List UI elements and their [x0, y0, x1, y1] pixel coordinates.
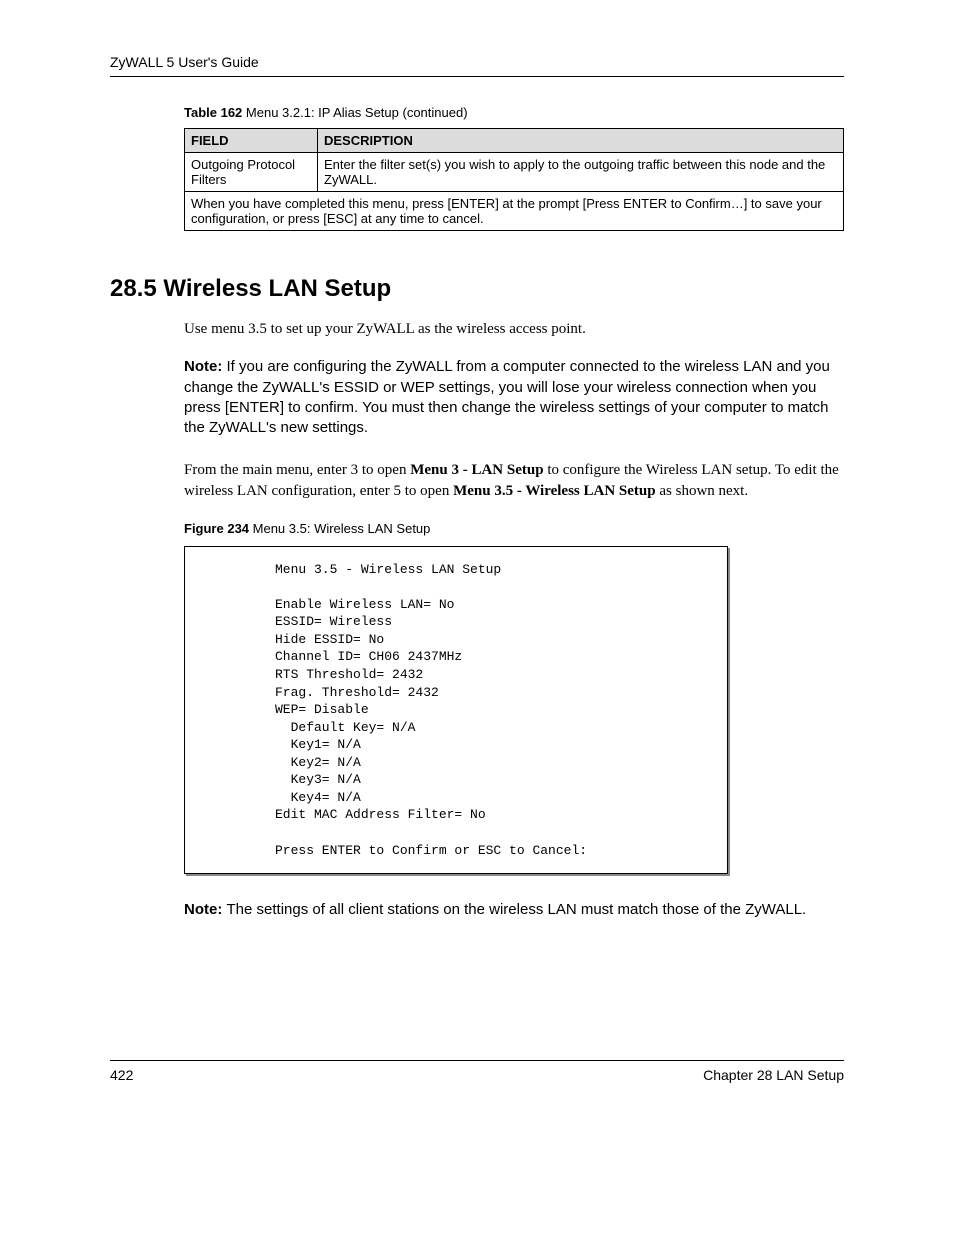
ip-alias-table: FIELD DESCRIPTION Outgoing Protocol Filt… — [184, 128, 844, 231]
table-header-row: FIELD DESCRIPTION — [185, 129, 844, 153]
cell-description: Enter the filter set(s) you wish to appl… — [318, 153, 844, 192]
menu35-label: Menu 3.5 - Wireless LAN Setup — [453, 483, 656, 499]
txt-e: as shown next. — [656, 483, 749, 499]
note-label: Note: — [184, 358, 227, 375]
table-footer-row: When you have completed this menu, press… — [185, 192, 844, 231]
figure-number: Figure 234 — [184, 521, 249, 536]
menu3-label: Menu 3 - LAN Setup — [410, 462, 543, 478]
section-heading: 28.5 Wireless LAN Setup — [110, 275, 844, 303]
col-description: DESCRIPTION — [318, 129, 844, 153]
note-text: The settings of all client stations on t… — [227, 901, 807, 918]
col-field: FIELD — [185, 129, 318, 153]
note-block-1: Note: If you are configuring the ZyWALL … — [184, 357, 844, 438]
chapter-label: Chapter 28 LAN Setup — [703, 1067, 844, 1083]
instruction-paragraph: From the main menu, enter 3 to open Menu… — [184, 460, 844, 501]
note-label: Note: — [184, 901, 227, 918]
terminal-text: Menu 3.5 - Wireless LAN Setup Enable Wir… — [275, 561, 715, 859]
page-number: 422 — [110, 1067, 133, 1083]
cell-field: Outgoing Protocol Filters — [185, 153, 318, 192]
cell-footer: When you have completed this menu, press… — [185, 192, 844, 231]
note-text: If you are configuring the ZyWALL from a… — [184, 358, 830, 436]
page-footer: 422 Chapter 28 LAN Setup — [110, 1060, 844, 1083]
note-block-2: Note: The settings of all client station… — [184, 900, 844, 920]
txt-a: From the main menu, enter 3 to open — [184, 462, 410, 478]
figure-caption: Figure 234 Menu 3.5: Wireless LAN Setup — [184, 521, 844, 536]
table-caption: Table 162 Menu 3.2.1: IP Alias Setup (co… — [184, 105, 844, 120]
figure-title: Menu 3.5: Wireless LAN Setup — [249, 521, 430, 536]
table-title: Menu 3.2.1: IP Alias Setup (continued) — [242, 105, 467, 120]
terminal-figure: Menu 3.5 - Wireless LAN Setup Enable Wir… — [184, 546, 728, 874]
intro-paragraph: Use menu 3.5 to set up your ZyWALL as th… — [184, 319, 844, 339]
table-number: Table 162 — [184, 105, 242, 120]
page-header: ZyWALL 5 User's Guide — [110, 54, 844, 77]
table-row: Outgoing Protocol Filters Enter the filt… — [185, 153, 844, 192]
